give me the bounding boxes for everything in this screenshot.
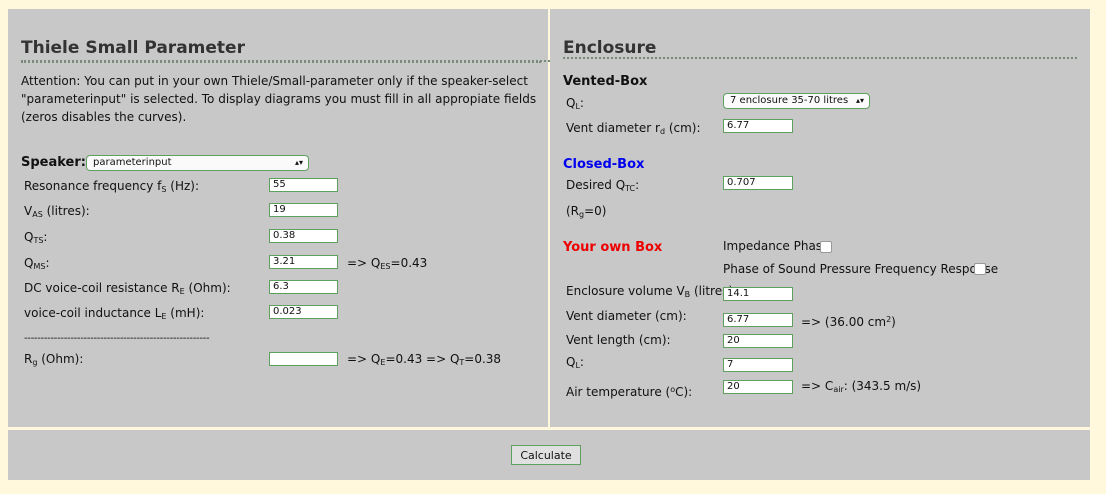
speaker-label: Speaker: — [21, 155, 86, 170]
spl-phase-label: Phase of Sound Pressure Frequency Respon… — [723, 262, 999, 276]
qms-input[interactable]: 3.21 — [269, 255, 338, 269]
vent-length-label: Vent length (cm): — [566, 333, 671, 347]
ql-label: QL: — [566, 96, 584, 111]
attention-line-2: "parameterinput" is selected. To display… — [21, 92, 537, 106]
ql2-label: QL: — [566, 355, 584, 370]
own-box-heading: Your own Box — [563, 240, 663, 255]
qtc-input[interactable]: 0.707 — [723, 176, 793, 190]
vented-box-heading: Vented-Box — [563, 74, 648, 89]
calculate-bar: Calculate — [8, 430, 1090, 480]
vent-diameter-label: Vent diameter (cm): — [566, 309, 687, 323]
vent-area-result: => (36.00 cm2) — [801, 315, 896, 329]
rg-zero-note: (Rg=0) — [566, 204, 607, 219]
select-arrows-icon: ▴▾ — [855, 96, 864, 105]
impedance-phase-checkbox[interactable] — [820, 241, 832, 253]
qe-qt-result: => QE=0.43 => QT=0.38 — [347, 352, 502, 367]
vb-input[interactable]: 14.1 — [723, 287, 793, 301]
select-arrows-icon: ▴▾ — [294, 158, 303, 167]
re-input[interactable]: 6.3 — [269, 280, 338, 294]
enclosure-panel: Enclosure Vented-Box QL: 7 enclosure 35-… — [550, 9, 1090, 427]
le-input[interactable]: 0.023 — [269, 305, 338, 319]
ql-select-value: 7 enclosure 35-70 litres — [730, 95, 849, 106]
air-temp-label: Air temperature (oC): — [566, 385, 693, 399]
qms-label: QMS: — [24, 256, 50, 271]
spl-phase-checkbox[interactable] — [974, 263, 986, 275]
attention-line-1: Attention: You can put in your own Thiel… — [21, 74, 528, 88]
vent-rd-input[interactable]: 6.77 — [723, 119, 793, 133]
rg-input[interactable] — [269, 352, 338, 366]
attention-line-3: (zeros disables the curves). — [21, 110, 187, 124]
separator-line: ----------------------------------------… — [24, 333, 210, 344]
sound-speed-result: => Cair: (343.5 m/s) — [801, 379, 922, 394]
vent-rd-label: Vent diameter rd (cm): — [566, 121, 701, 136]
qts-label: QTS: — [24, 230, 48, 245]
vb-label: Enclosure volume VB (litres): — [566, 284, 738, 299]
calculate-button[interactable]: Calculate — [511, 445, 581, 465]
vent-diameter-input[interactable]: 6.77 — [723, 313, 793, 327]
le-label: voice-coil inductance LE (mH): — [24, 306, 205, 321]
speaker-select-value: parameterinput — [93, 157, 172, 168]
fs-input[interactable]: 55 — [269, 178, 338, 192]
impedance-phase-label: Impedance Phase — [723, 239, 830, 253]
re-label: DC voice-coil resistance RE (Ohm): — [24, 281, 231, 296]
air-temp-input[interactable]: 20 — [723, 380, 793, 394]
vent-length-input[interactable]: 20 — [723, 334, 793, 348]
speaker-select[interactable]: parameterinput ▴▾ — [86, 155, 309, 171]
qts-input[interactable]: 0.38 — [269, 229, 338, 243]
vas-input[interactable]: 19 — [269, 203, 338, 217]
rg-label: Rg (Ohm): — [24, 352, 84, 367]
closed-box-heading: Closed-Box — [563, 157, 645, 172]
qtc-label: Desired QTC: — [566, 178, 640, 193]
thiele-small-panel: Thiele Small Parameter Attention: You ca… — [8, 9, 1061, 427]
vas-label: VAS (litres): — [24, 204, 90, 219]
fs-label: Resonance frequency fS (Hz): — [24, 179, 199, 194]
qes-result: => QES=0.43 — [347, 256, 428, 271]
ql-select[interactable]: 7 enclosure 35-70 litres ▴▾ — [723, 93, 870, 109]
ql2-input[interactable]: 7 — [723, 358, 793, 372]
